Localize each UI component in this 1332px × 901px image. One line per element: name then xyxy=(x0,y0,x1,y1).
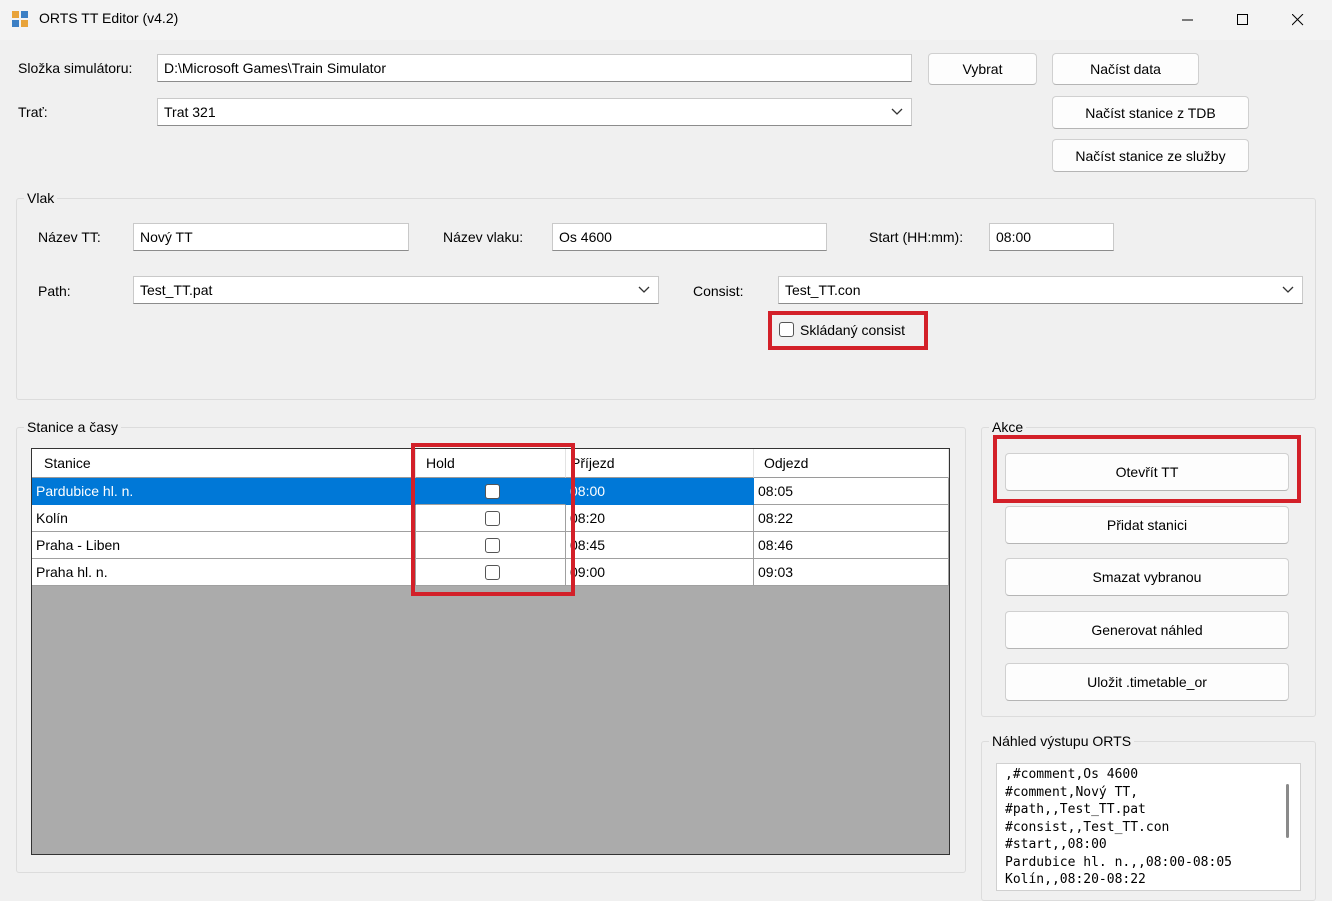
column-header-departure[interactable]: Odjezd xyxy=(754,449,949,478)
close-icon xyxy=(1291,14,1303,26)
preview-line: Pardubice hl. n.,,08:00-08:05 xyxy=(1005,854,1232,870)
chevron-down-icon xyxy=(891,108,903,115)
open-tt-button[interactable]: Otevřít TT xyxy=(1005,453,1289,491)
consist-label: Consist: xyxy=(693,283,744,299)
preview-line: #path,,Test_TT.pat xyxy=(1005,802,1146,817)
station-cell[interactable]: Praha hl. n. xyxy=(32,559,416,586)
departure-cell[interactable]: 08:46 xyxy=(754,532,949,559)
preview-line: ,#comment,Os 4600 xyxy=(1005,767,1139,782)
arrival-cell[interactable]: 08:20 xyxy=(566,505,754,532)
route-value: Trat 321 xyxy=(164,104,216,120)
add-station-button[interactable]: Přidat stanici xyxy=(1005,506,1289,544)
station-cell[interactable]: Kolín xyxy=(32,505,416,532)
maximize-icon xyxy=(1236,14,1248,25)
arrival-cell[interactable]: 09:00 xyxy=(566,559,754,586)
save-timetable-button[interactable]: Uložit .timetable_or xyxy=(1005,663,1289,701)
column-header-arrival[interactable]: Příjezd xyxy=(566,449,754,478)
preview-line: Kolín,,08:20-08:22 xyxy=(1005,872,1146,887)
station-cell[interactable]: Praha - Liben xyxy=(32,532,416,559)
arrival-cell[interactable]: 08:00 xyxy=(566,478,754,505)
preview-group-title: Náhled výstupu ORTS xyxy=(989,733,1135,749)
tt-name-label: Název TT: xyxy=(38,229,101,245)
path-label: Path: xyxy=(38,283,71,299)
tt-name-input[interactable]: Nový TT xyxy=(133,223,409,251)
browse-button[interactable]: Vybrat xyxy=(928,53,1037,85)
preview-scrollbar[interactable] xyxy=(1286,784,1289,838)
departure-cell[interactable]: 08:22 xyxy=(754,505,949,532)
minimize-icon xyxy=(1181,19,1193,21)
preview-textarea[interactable]: ,#comment,Os 4600 #comment,Nový TT, #pat… xyxy=(996,763,1301,891)
preview-line: #comment,Nový TT, xyxy=(1005,784,1139,800)
title-bar xyxy=(0,0,1332,40)
close-button[interactable] xyxy=(1270,0,1325,40)
maximize-button[interactable] xyxy=(1215,0,1270,40)
minimize-button[interactable] xyxy=(1160,0,1215,40)
departure-cell[interactable]: 09:03 xyxy=(754,559,949,586)
chevron-down-icon xyxy=(1282,286,1294,293)
path-value: Test_TT.pat xyxy=(140,282,213,298)
path-dropdown[interactable]: Test_TT.pat xyxy=(133,276,659,304)
chevron-down-icon xyxy=(638,286,650,293)
actions-group-title: Akce xyxy=(989,419,1027,435)
generate-preview-button[interactable]: Generovat náhled xyxy=(1005,611,1289,649)
highlight-box xyxy=(411,443,575,596)
composite-consist-label: Skládaný consist xyxy=(800,322,906,338)
delete-selected-button[interactable]: Smazat vybranou xyxy=(1005,558,1289,596)
train-name-input[interactable]: Os 4600 xyxy=(552,223,827,251)
route-label: Trať: xyxy=(18,104,48,120)
preview-line: #consist,,Test_TT.con xyxy=(1005,819,1170,835)
window-title: ORTS TT Editor (v4.2) xyxy=(39,10,179,26)
load-data-button[interactable]: Načíst data xyxy=(1052,53,1199,85)
train-group-title: Vlak xyxy=(24,190,58,206)
sim-folder-input[interactable]: D:\Microsoft Games\Train Simulator xyxy=(157,54,912,82)
column-header-station[interactable]: Stanice xyxy=(32,449,416,478)
load-stations-service-button[interactable]: Načíst stanice ze služby xyxy=(1052,139,1249,172)
departure-cell[interactable]: 08:05 xyxy=(754,478,949,505)
preview-line: #start,,08:00 xyxy=(1005,837,1107,852)
route-dropdown[interactable]: Trat 321 xyxy=(157,98,912,126)
arrival-cell[interactable]: 08:45 xyxy=(566,532,754,559)
start-time-input[interactable]: 08:00 xyxy=(989,223,1114,251)
consist-value: Test_TT.con xyxy=(785,282,861,298)
consist-dropdown[interactable]: Test_TT.con xyxy=(778,276,1303,304)
load-stations-tdb-button[interactable]: Načíst stanice z TDB xyxy=(1052,96,1249,129)
app-icon xyxy=(11,10,29,28)
station-cell[interactable]: Pardubice hl. n. xyxy=(32,478,416,505)
composite-consist-checkbox[interactable] xyxy=(779,322,794,337)
stations-group-title: Stanice a časy xyxy=(24,419,122,435)
start-label: Start (HH:mm): xyxy=(869,229,964,245)
sim-folder-label: Složka simulátoru: xyxy=(18,60,133,76)
train-name-label: Název vlaku: xyxy=(443,229,524,245)
